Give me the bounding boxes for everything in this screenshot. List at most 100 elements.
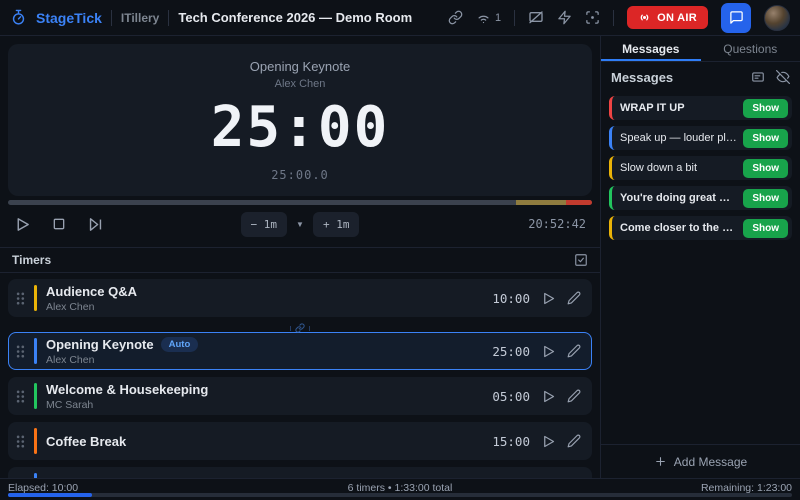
pencil-icon [567,434,581,448]
link-connector-icon [295,323,305,333]
warning-zone [516,200,566,205]
timer-row[interactable]: Audience Q&A Alex Chen 10:00 [8,279,592,317]
avatar[interactable] [764,5,790,31]
timer-row[interactable]: Panel: Future of Tech 20:00 [8,467,592,478]
timer-row-selected[interactable]: Opening Keynote Auto Alex Chen 25:00 [8,332,592,370]
sidebar: Messages Questions Messages WRAP IT UP S… [600,36,800,478]
timers-title: Timers [12,253,51,267]
row-edit-button[interactable] [567,389,581,403]
row-play-button[interactable] [541,344,556,359]
message-text: Speak up — louder ple... [620,132,737,144]
skip-next-icon [87,216,104,233]
message-item[interactable]: You're doing great — ... Show [609,186,792,210]
show-button[interactable]: Show [743,99,788,118]
row-edit-button[interactable] [567,344,581,358]
auto-link-connector [8,324,592,332]
show-button[interactable]: Show [743,189,788,208]
timer-list: Audience Q&A Alex Chen 10:00 [0,273,600,478]
play-icon [541,344,556,359]
timer-speaker: MC Sarah [46,399,208,411]
pencil-icon [567,344,581,358]
messages-panel-header: Messages [601,62,800,92]
show-button[interactable]: Show [743,159,788,178]
tab-messages[interactable]: Messages [601,36,701,61]
timer-accent [34,338,37,364]
stopwatch-icon [10,9,27,26]
link-icon [448,10,463,25]
multi-select-button[interactable] [574,253,588,267]
session-progress-track [8,493,792,497]
eye-off-icon [776,70,790,84]
app-brand: StageTick [36,10,102,26]
critical-zone [566,200,592,205]
grip-icon[interactable] [15,389,25,404]
timer-display: Opening Keynote Alex Chen 25:00 25:00.0 [8,44,592,196]
broadcast-icon [638,11,651,24]
messages-panel-title: Messages [611,70,673,85]
stop-icon [51,216,67,232]
message-templates-button[interactable] [751,70,765,84]
message-item[interactable]: Come closer to the mic Show [609,216,792,240]
play-icon [541,389,556,404]
stop-button[interactable] [51,216,67,232]
show-button[interactable]: Show [743,219,788,238]
blackout-button[interactable] [528,10,544,26]
message-text: Slow down a bit [620,162,737,174]
grip-icon[interactable] [15,291,25,306]
play-button[interactable] [14,216,31,233]
timer-title: Coffee Break [46,434,126,449]
timer-row[interactable]: Welcome & Housekeeping MC Sarah 05:00 [8,377,592,415]
message-text: You're doing great — ... [620,192,737,204]
play-icon [541,291,556,306]
display-time: 25:00 [211,100,390,156]
display-time-precise: 25:00.0 [271,168,329,182]
transport-bar: − 1m ▼ + 1m 20:52:42 [0,205,600,243]
minus-1m-button[interactable]: − 1m [241,212,288,237]
message-item[interactable]: Slow down a bit Show [609,156,792,180]
timer-title: Audience Q&A [46,284,137,299]
skip-next-button[interactable] [87,216,104,233]
connection-count: 1 [495,12,501,24]
org-name: ITillery [121,11,159,25]
row-edit-button[interactable] [567,291,581,305]
timer-duration: 15:00 [492,434,530,449]
message-text: WRAP IT UP [620,102,737,114]
on-air-button[interactable]: ON AIR [627,6,708,29]
play-icon [14,216,31,233]
grip-icon[interactable] [15,434,25,449]
add-message-button[interactable]: Add Message [601,444,800,478]
room-title: Tech Conference 2026 — Demo Room [178,10,412,25]
connections-button[interactable]: 1 [476,10,501,25]
divider [613,10,614,26]
chat-button[interactable] [721,3,751,33]
main-column: Opening Keynote Alex Chen 25:00 25:00.0 … [0,36,600,478]
message-item[interactable]: WRAP IT UP Show [609,96,792,120]
row-play-button[interactable] [541,389,556,404]
connector-tick [290,326,291,331]
divider [111,10,112,26]
play-icon [541,434,556,449]
timer-progress-bar [8,200,592,205]
row-gap [8,370,592,377]
grip-icon[interactable] [15,344,25,359]
plus-1m-button[interactable]: + 1m [313,212,360,237]
timer-row[interactable]: Coffee Break 15:00 [8,422,592,460]
share-link-button[interactable] [448,10,463,25]
hide-messages-button[interactable] [776,70,790,84]
pencil-icon [567,389,581,403]
message-item[interactable]: Speak up — louder ple... Show [609,126,792,150]
auto-badge: Auto [161,337,199,352]
timers-header: Timers [0,247,600,273]
focus-mode-button[interactable] [585,10,600,25]
tab-questions[interactable]: Questions [701,36,800,61]
show-button[interactable]: Show [743,129,788,148]
add-message-label: Add Message [674,455,747,469]
row-edit-button[interactable] [567,434,581,448]
row-play-button[interactable] [541,291,556,306]
display-timer-title: Opening Keynote [250,59,350,74]
connector-tick [309,326,310,331]
caret-down-icon[interactable]: ▼ [296,220,304,229]
row-play-button[interactable] [541,434,556,449]
flash-button[interactable] [557,10,572,25]
chat-icon [729,10,744,25]
